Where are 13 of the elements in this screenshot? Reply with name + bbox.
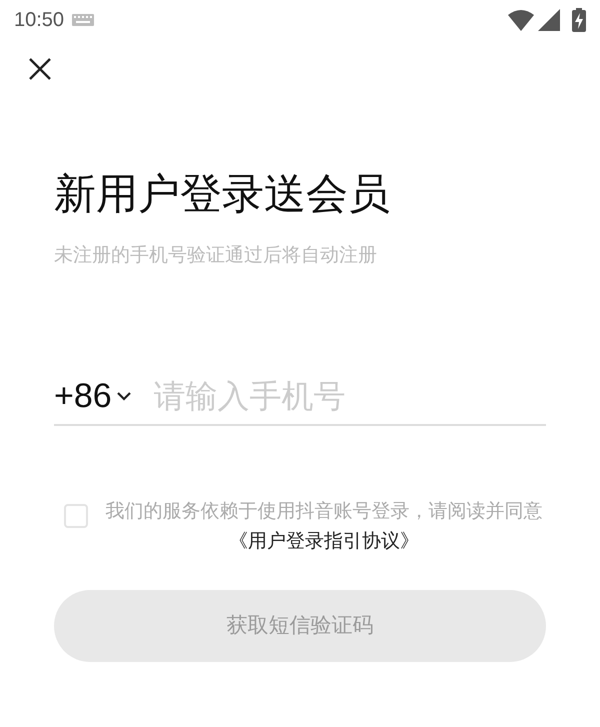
country-code-selector[interactable]: +86 bbox=[54, 378, 112, 413]
agreement-checkbox[interactable] bbox=[64, 504, 88, 528]
chevron-down-icon[interactable] bbox=[116, 390, 132, 401]
close-icon[interactable] bbox=[28, 56, 52, 81]
page-title: 新用户登录送会员 bbox=[54, 168, 391, 220]
battery-charging-icon bbox=[572, 8, 586, 32]
clock-time: 10:50 bbox=[14, 8, 64, 33]
subtitle: 未注册的手机号验证通过后将自动注册 bbox=[54, 243, 378, 268]
agreement-link[interactable]: 《用户登录指引协议》 bbox=[229, 530, 419, 552]
agreement-text: 我们的服务依赖于使用抖音账号登录，请阅读并同意 《用户登录指引协议》 bbox=[104, 498, 544, 554]
signal-icon bbox=[538, 9, 560, 31]
keyboard-icon bbox=[72, 14, 94, 26]
wifi-icon bbox=[508, 9, 534, 31]
